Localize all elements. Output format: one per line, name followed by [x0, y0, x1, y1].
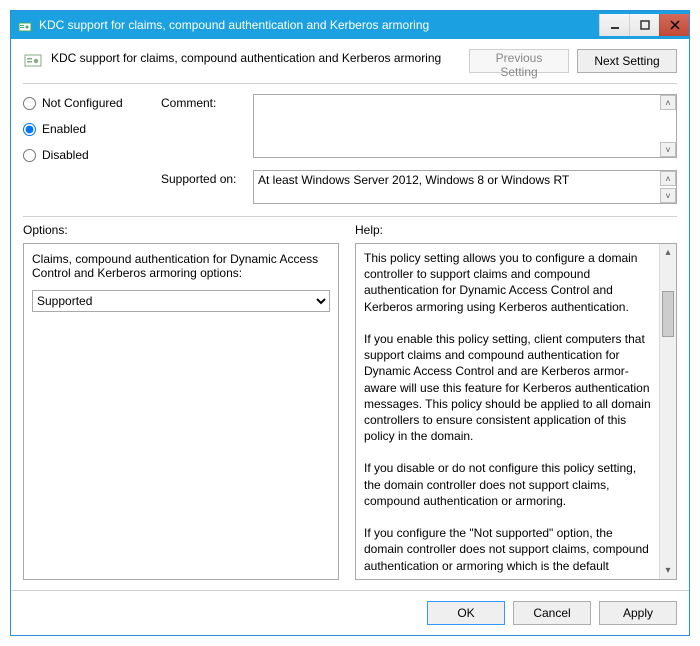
scroll-thumb[interactable]: [662, 291, 674, 337]
radio-disabled-label: Disabled: [42, 148, 89, 162]
policy-title: KDC support for claims, compound authent…: [51, 49, 461, 65]
radio-not-configured-label: Not Configured: [42, 96, 123, 110]
previous-setting-button: Previous Setting: [469, 49, 569, 73]
scroll-up-icon[interactable]: ▴: [660, 244, 676, 261]
policy-icon: [23, 49, 43, 69]
supported-on-value: At least Windows Server 2012, Windows 8 …: [253, 170, 677, 204]
radio-disabled-input[interactable]: [23, 149, 36, 162]
header-row: KDC support for claims, compound authent…: [23, 49, 677, 84]
state-radio-group: Not Configured Enabled Disabled: [23, 94, 161, 162]
radio-not-configured[interactable]: Not Configured: [23, 96, 161, 110]
app-icon: [17, 17, 33, 33]
comment-label: Comment:: [161, 94, 253, 110]
help-column: Help: This policy setting allows you to …: [355, 223, 677, 580]
supported-on-label: Supported on:: [161, 170, 253, 186]
dialog-window: KDC support for claims, compound authent…: [10, 10, 690, 636]
apply-button[interactable]: Apply: [599, 601, 677, 625]
minimize-button[interactable]: [599, 14, 629, 36]
supported-row: Supported on: At least Windows Server 20…: [23, 170, 677, 204]
scroll-down-icon[interactable]: ˅: [660, 188, 676, 203]
dialog-footer: OK Cancel Apply: [11, 590, 689, 635]
comment-textarea[interactable]: [253, 94, 677, 158]
next-setting-button[interactable]: Next Setting: [577, 49, 677, 73]
lower-columns: Options: Claims, compound authentication…: [23, 223, 677, 580]
options-heading: Options:: [23, 223, 339, 237]
scroll-down-icon[interactable]: ˅: [660, 142, 676, 157]
options-panel: Claims, compound authentication for Dyna…: [23, 243, 339, 580]
options-dropdown[interactable]: Supported: [32, 290, 330, 312]
scroll-up-icon[interactable]: ˄: [660, 95, 676, 110]
close-button[interactable]: [659, 14, 689, 36]
help-scrollbar[interactable]: ▴ ▾: [659, 244, 676, 579]
supported-on-text: At least Windows Server 2012, Windows 8 …: [258, 173, 569, 187]
supported-scrollbar[interactable]: ˄ ˅: [660, 171, 676, 203]
ok-button[interactable]: OK: [427, 601, 505, 625]
options-description: Claims, compound authentication for Dyna…: [32, 252, 330, 280]
scroll-track[interactable]: [660, 261, 676, 562]
titlebar: KDC support for claims, compound authent…: [11, 11, 689, 39]
options-column: Options: Claims, compound authentication…: [23, 223, 339, 580]
radio-enabled-input[interactable]: [23, 123, 36, 136]
scroll-up-icon[interactable]: ˄: [660, 171, 676, 186]
help-heading: Help:: [355, 223, 677, 237]
cancel-button[interactable]: Cancel: [513, 601, 591, 625]
radio-enabled-label: Enabled: [42, 122, 86, 136]
scroll-down-icon[interactable]: ▾: [660, 562, 676, 579]
help-panel: This policy setting allows you to config…: [355, 243, 677, 580]
divider: [23, 216, 677, 217]
comment-scrollbar[interactable]: ˄ ˅: [660, 95, 676, 157]
content-area: KDC support for claims, compound authent…: [11, 39, 689, 590]
help-text: This policy setting allows you to config…: [364, 250, 655, 573]
state-and-comment-row: Not Configured Enabled Disabled Comment:…: [23, 94, 677, 162]
radio-disabled[interactable]: Disabled: [23, 148, 161, 162]
window-title: KDC support for claims, compound authent…: [39, 18, 599, 32]
radio-not-configured-input[interactable]: [23, 97, 36, 110]
maximize-button[interactable]: [629, 14, 659, 36]
radio-enabled[interactable]: Enabled: [23, 122, 161, 136]
